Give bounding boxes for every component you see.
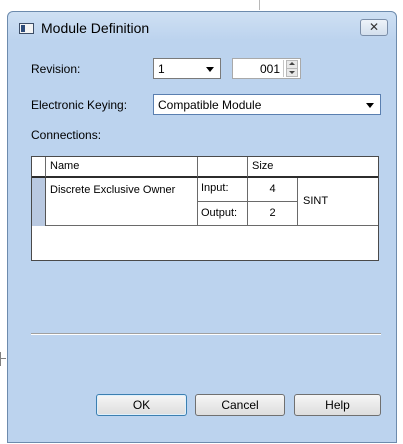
electronic-keying-select[interactable]: Compatible Module — [153, 94, 381, 115]
title-bar[interactable]: Module Definition ✕ — [8, 12, 396, 42]
output-label-cell: Output: — [198, 202, 248, 226]
ok-button[interactable]: OK — [96, 394, 187, 416]
connections-table: Name Size Discrete Exclusive Owner Input… — [31, 156, 379, 261]
data-type: SINT — [303, 195, 329, 207]
button-separator — [31, 333, 381, 335]
input-label: Input: — [201, 182, 229, 194]
input-label-cell: Input: — [198, 178, 248, 202]
revision-minor-stepper[interactable]: 001 — [232, 58, 301, 79]
column-header-name[interactable]: Name — [46, 157, 198, 178]
column-header-size[interactable]: Size — [248, 157, 298, 178]
spin-down-icon[interactable] — [286, 68, 298, 77]
dialog-title: Module Definition — [41, 20, 150, 36]
output-size-cell[interactable]: 2 — [248, 202, 298, 226]
column-header-direction[interactable] — [198, 157, 248, 178]
connection-name: Discrete Exclusive Owner — [50, 184, 176, 196]
help-button[interactable]: Help — [294, 394, 381, 416]
chevron-down-icon — [366, 103, 374, 108]
column-header-type[interactable] — [298, 157, 378, 178]
revision-major-select[interactable]: 1 — [153, 58, 221, 79]
background-tick — [0, 358, 6, 359]
close-icon: ✕ — [368, 20, 380, 34]
output-size: 2 — [269, 207, 276, 219]
input-size-cell[interactable]: 4 — [248, 178, 298, 202]
revision-major-value: 1 — [158, 62, 165, 76]
electronic-keying-label: Electronic Keying: — [31, 98, 128, 112]
revision-minor-value: 001 — [259, 62, 280, 76]
cancel-button[interactable]: Cancel — [195, 394, 285, 416]
column-header-selector — [32, 157, 46, 178]
chevron-down-icon — [206, 67, 214, 72]
revision-label: Revision: — [31, 62, 81, 76]
output-label: Output: — [201, 207, 238, 219]
connection-name-cell[interactable]: Discrete Exclusive Owner — [46, 178, 198, 226]
electronic-keying-value: Compatible Module — [158, 98, 262, 112]
connections-label: Connections: — [31, 128, 102, 142]
window-icon — [19, 23, 34, 34]
row-selector[interactable] — [32, 178, 46, 226]
background-divider — [259, 0, 260, 10]
data-type-cell[interactable]: SINT — [298, 178, 378, 226]
close-button[interactable]: ✕ — [360, 19, 388, 36]
input-size: 4 — [269, 183, 276, 195]
stepper-buttons — [283, 60, 299, 77]
background-splitter — [0, 352, 1, 366]
